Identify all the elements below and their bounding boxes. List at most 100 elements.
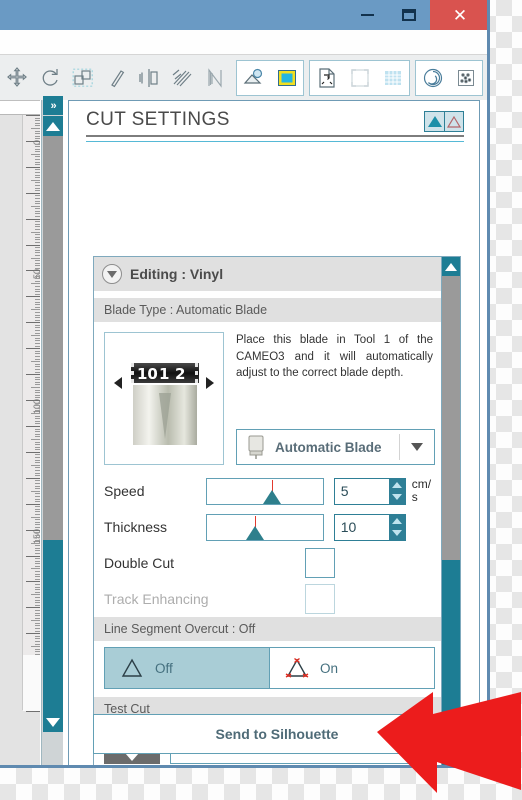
ruler-tick	[35, 615, 40, 617]
weld-tool-icon[interactable]	[165, 61, 198, 95]
panel-scroll-up-button[interactable]	[442, 257, 460, 276]
cut-preview-off-button[interactable]	[444, 112, 463, 131]
scrollbar-thumb[interactable]	[43, 136, 63, 540]
speed-slider-knob[interactable]	[262, 489, 281, 504]
ruler-tick	[35, 174, 40, 176]
scroll-down-button[interactable]	[43, 712, 63, 732]
stepper-down-icon[interactable]	[391, 530, 402, 537]
speed-input[interactable]: 5	[333, 477, 406, 505]
mirror-tool-icon[interactable]	[132, 61, 165, 95]
ruler-tick	[35, 249, 40, 251]
ruler-tick	[35, 446, 40, 448]
panel-scrollbar-thumb[interactable]	[442, 276, 460, 560]
panel-header-buttons	[424, 111, 464, 132]
overcut-header: Line Segment Overcut : Off	[94, 617, 443, 641]
expand-panel-button[interactable]: »	[43, 96, 63, 115]
ruler-tick	[35, 293, 40, 295]
close-button[interactable]: ✕	[430, 0, 487, 30]
ruler-tick	[35, 612, 40, 614]
ruler-tick	[35, 441, 40, 443]
ruler-tick	[35, 151, 40, 153]
thickness-slider-knob[interactable]	[246, 525, 265, 540]
vertical-ruler-column: 050100150200	[0, 100, 42, 765]
thickness-stepper[interactable]	[388, 514, 405, 540]
knife-tool-icon[interactable]	[198, 61, 231, 95]
scroll-up-button[interactable]	[43, 116, 63, 136]
svg-text:10: 10	[137, 365, 158, 383]
speed-value: 5	[340, 483, 349, 499]
ruler-tick	[35, 521, 40, 523]
ruler-tick	[35, 317, 40, 319]
sketch-pen-icon[interactable]	[489, 61, 490, 95]
ruler-tick	[31, 361, 40, 363]
double-cut-checkbox[interactable]	[305, 548, 335, 578]
document-vertical-scrollbar[interactable]: »	[41, 96, 63, 765]
ruler-tick	[31, 620, 40, 622]
blade-preview[interactable]: 10 1 2	[104, 332, 224, 465]
ruler-tick	[35, 586, 40, 588]
svg-text:2: 2	[175, 365, 185, 383]
blade-dial-left-arrow-icon[interactable]	[114, 377, 122, 389]
ruler-tick	[31, 309, 40, 311]
rotate-tool-icon[interactable]	[33, 61, 66, 95]
red-pointer-arrow	[377, 692, 521, 793]
speed-slider[interactable]	[205, 477, 324, 505]
ruler-tick	[35, 133, 40, 135]
cut-preview-on-button[interactable]	[425, 112, 444, 131]
ruler-tick	[31, 179, 40, 181]
speed-stepper[interactable]	[388, 478, 405, 504]
ruler-tick	[26, 477, 40, 479]
ruler-tick	[35, 208, 40, 210]
offset-icon[interactable]	[416, 61, 449, 95]
stipple-icon[interactable]	[449, 61, 482, 95]
chevron-down-icon[interactable]	[400, 443, 434, 451]
blade-type-dropdown[interactable]: Automatic Blade	[236, 429, 435, 465]
ruler-tick	[35, 363, 40, 365]
ruler-tick	[35, 573, 40, 575]
ruler-tick	[31, 387, 40, 389]
toolbar-group-transform	[0, 60, 231, 96]
ruler-tick	[26, 711, 40, 712]
title-underline	[86, 135, 464, 137]
shear-tool-icon[interactable]	[99, 61, 132, 95]
ruler-tick	[35, 358, 40, 360]
ruler-tick	[35, 384, 40, 386]
ruler-tick	[35, 565, 40, 567]
ruler-tick	[35, 177, 40, 179]
thickness-slider[interactable]	[205, 513, 324, 541]
ruler-tick	[35, 223, 40, 225]
scale-tool-icon[interactable]	[66, 61, 99, 95]
stepper-down-icon[interactable]	[391, 494, 402, 501]
thickness-input[interactable]: 10	[333, 513, 406, 541]
minimize-button[interactable]	[346, 0, 388, 30]
editing-section-header[interactable]: Editing : Vinyl	[94, 257, 443, 291]
page-setup-icon[interactable]	[310, 61, 343, 95]
move-tool-icon[interactable]	[0, 61, 33, 95]
ruler-tick	[26, 192, 40, 194]
grid-icon[interactable]	[376, 61, 409, 95]
registration-marks-icon[interactable]	[343, 61, 376, 95]
fill-color-icon[interactable]	[237, 61, 270, 95]
ruler-tick	[35, 203, 40, 205]
gradient-fill-icon[interactable]	[270, 61, 303, 95]
ruler-tick	[35, 635, 40, 637]
ruler-tick	[35, 156, 40, 158]
stepper-up-icon[interactable]	[391, 517, 402, 524]
blade-dial-right-arrow-icon[interactable]	[206, 377, 214, 389]
editing-section-label: Editing : Vinyl	[130, 266, 224, 282]
maximize-button[interactable]	[388, 0, 430, 30]
overcut-on-button[interactable]: On	[270, 647, 435, 689]
ruler-tick	[35, 576, 40, 578]
ruler-tick	[35, 368, 40, 370]
ruler-tick	[26, 218, 40, 220]
vertical-ruler: 050100150200	[22, 115, 42, 712]
stepper-up-icon[interactable]	[391, 481, 402, 488]
track-enhancing-checkbox[interactable]	[305, 584, 335, 614]
ruler-tick	[35, 495, 40, 497]
ruler-tick	[35, 514, 40, 516]
triangle-overcut-icon	[285, 657, 309, 678]
ruler-tick	[35, 252, 40, 254]
ruler-tick	[35, 584, 40, 586]
overcut-off-button[interactable]: Off	[104, 647, 270, 689]
ruler-tick	[35, 355, 40, 357]
